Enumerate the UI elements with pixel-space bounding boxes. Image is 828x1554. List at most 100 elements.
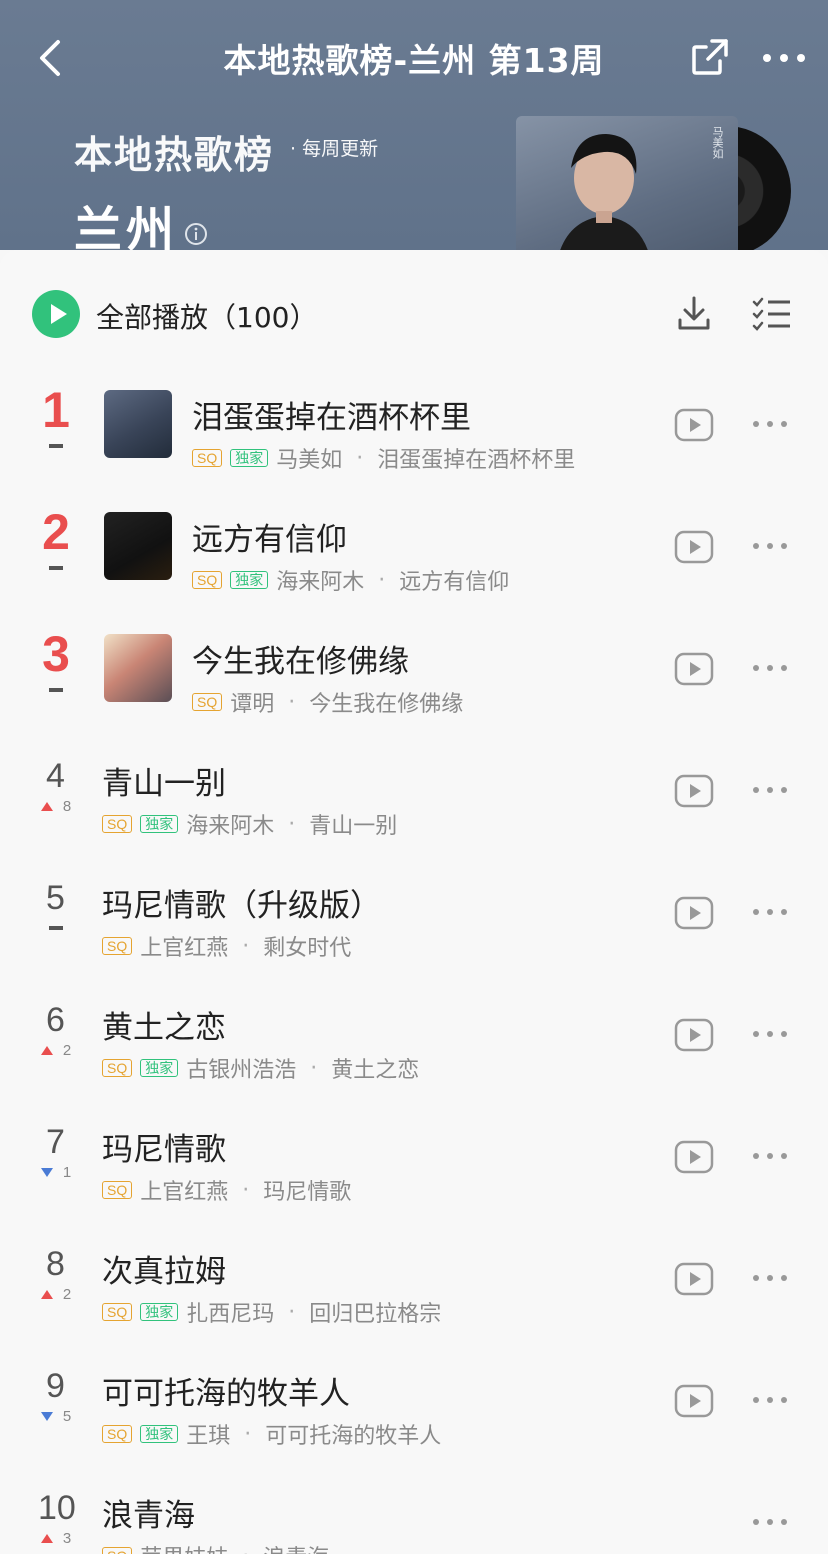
video-play-icon[interactable]	[674, 896, 714, 930]
cover-artist-text: 马美如	[711, 126, 724, 159]
back-icon[interactable]	[32, 36, 72, 80]
song-row-2[interactable]: 2 远方有信仰 SQ 独家 海来阿木 · 远方有信仰	[0, 482, 828, 604]
album-cover[interactable]: 马美如	[516, 116, 791, 250]
rank-up-icon	[40, 1289, 53, 1299]
rank-change-value: 3	[62, 1529, 72, 1547]
nav-bar: 本地热歌榜-兰州 第13周	[0, 0, 828, 112]
artist-name: 扎西尼玛	[186, 1302, 275, 1327]
more-options-icon[interactable]	[752, 786, 788, 794]
song-row-7[interactable]: 7 1 玛尼情歌 SQ 上官红燕 · 玛尼情歌	[0, 1092, 828, 1214]
song-title: 黄土之恋	[102, 1010, 226, 1046]
share-icon[interactable]	[690, 37, 730, 77]
rank-number: 8	[46, 1245, 65, 1283]
more-options-icon[interactable]	[752, 1030, 788, 1038]
video-play-icon[interactable]	[674, 652, 714, 686]
rank-change-value: 1	[62, 1163, 72, 1181]
song-title: 次真拉姆	[102, 1254, 226, 1290]
video-play-icon[interactable]	[674, 1018, 714, 1052]
sq-badge: SQ	[102, 815, 133, 833]
song-thumbnail[interactable]	[104, 634, 172, 702]
more-options-icon[interactable]	[752, 542, 788, 550]
song-meta: SQ 上官红燕 · 玛尼情歌	[102, 1174, 351, 1206]
album-name: 剩女时代	[263, 936, 352, 961]
rank-change	[0, 438, 112, 454]
rank-block: 4 8	[0, 756, 112, 815]
rank-block: 10 3	[0, 1488, 112, 1547]
separator: ·	[242, 1177, 250, 1203]
album-name: 可可托海的牧羊人	[265, 1424, 442, 1449]
rank-change-value: 5	[62, 1407, 72, 1425]
rank-number: 3	[42, 626, 70, 682]
more-options-icon[interactable]	[752, 1396, 788, 1404]
video-play-icon[interactable]	[674, 408, 714, 442]
more-options-icon[interactable]	[752, 1152, 788, 1160]
song-thumbnail[interactable]	[104, 390, 172, 458]
separator: ·	[356, 445, 364, 471]
rank-up-icon	[40, 1045, 53, 1055]
more-icon[interactable]	[762, 53, 806, 63]
artist-name: 海来阿木	[276, 570, 365, 595]
exclusive-badge: 独家	[230, 571, 269, 589]
song-list-card: 全部播放（100） 1 泪蛋蛋掉在酒杯杯里 SQ 独家 马美如 · 泪蛋蛋掉在酒…	[0, 250, 828, 1554]
artist-name: 马美如	[276, 448, 343, 473]
multi-select-icon[interactable]	[752, 296, 792, 332]
rank-change: 2	[0, 1042, 112, 1059]
separator: ·	[244, 1421, 252, 1447]
rank-change	[0, 682, 112, 698]
download-icon[interactable]	[676, 294, 712, 334]
play-all-button[interactable]	[32, 290, 80, 338]
no-change-icon	[49, 926, 63, 930]
song-row-6[interactable]: 6 2 黄土之恋 SQ 独家 古银州浩浩 · 黄土之恋	[0, 970, 828, 1092]
song-title: 远方有信仰	[192, 522, 347, 558]
song-title: 浪青海	[102, 1498, 195, 1534]
more-options-icon[interactable]	[752, 908, 788, 916]
info-icon[interactable]	[184, 222, 208, 246]
album-name: 远方有信仰	[399, 570, 510, 595]
chart-header: 本地热歌榜-兰州 第13周 本地热歌榜 · 每周更新 兰州 马美如	[0, 0, 828, 250]
song-row-5[interactable]: 5 玛尼情歌（升级版） SQ 上官红燕 · 剩女时代	[0, 848, 828, 970]
song-title: 今生我在修佛缘	[192, 644, 409, 680]
rank-change	[0, 920, 112, 936]
exclusive-badge: 独家	[230, 449, 269, 467]
artist-name: 上官红燕	[140, 1180, 229, 1205]
song-title: 泪蛋蛋掉在酒杯杯里	[192, 400, 471, 436]
page-title: 本地热歌榜-兰州 第13周	[223, 41, 605, 80]
song-meta: SQ 独家 海来阿木 · 青山一别	[102, 808, 397, 840]
more-options-icon[interactable]	[752, 664, 788, 672]
sq-badge: SQ	[102, 1059, 133, 1077]
separator: ·	[288, 1299, 296, 1325]
rank-up-icon	[40, 801, 53, 811]
song-meta: SQ 独家 古银州浩浩 · 黄土之恋	[102, 1052, 419, 1084]
singer-portrait	[560, 134, 648, 250]
rank-number: 5	[46, 879, 65, 917]
rank-block: 6 2	[0, 1000, 112, 1059]
rank-down-icon	[40, 1411, 53, 1421]
city-name: 兰州	[74, 202, 179, 250]
video-play-icon[interactable]	[674, 530, 714, 564]
more-options-icon[interactable]	[752, 420, 788, 428]
song-thumbnail[interactable]	[104, 512, 172, 580]
song-row-3[interactable]: 3 今生我在修佛缘 SQ 谭明 · 今生我在修佛缘	[0, 604, 828, 726]
song-row-8[interactable]: 8 2 次真拉姆 SQ 独家 扎西尼玛 · 回归巴拉格宗	[0, 1214, 828, 1336]
song-row-10[interactable]: 10 3 浪青海 SQ 苹果妹妹 · 浪青海	[0, 1458, 828, 1554]
play-all-label[interactable]: 全部播放（100）	[96, 296, 317, 336]
video-play-icon[interactable]	[674, 1262, 714, 1296]
rank-change: 5	[0, 1407, 112, 1425]
video-play-icon[interactable]	[674, 1140, 714, 1174]
rank-number: 10	[38, 1489, 76, 1527]
song-row-1[interactable]: 1 泪蛋蛋掉在酒杯杯里 SQ 独家 马美如 · 泪蛋蛋掉在酒杯杯里	[0, 360, 828, 482]
album-name: 浪青海	[263, 1540, 329, 1554]
artist-name: 王琪	[186, 1424, 231, 1449]
more-options-icon[interactable]	[752, 1518, 788, 1526]
rank-block: 5	[0, 878, 112, 936]
cover-image: 马美如	[516, 116, 738, 250]
song-row-9[interactable]: 9 5 可可托海的牧羊人 SQ 独家 王琪 · 可可托海的牧羊人	[0, 1336, 828, 1458]
song-row-4[interactable]: 4 8 青山一别 SQ 独家 海来阿木 · 青山一别	[0, 726, 828, 848]
song-title: 可可托海的牧羊人	[102, 1376, 350, 1412]
separator: ·	[242, 1544, 249, 1554]
update-frequency: · 每周更新	[290, 138, 379, 160]
video-play-icon[interactable]	[674, 774, 714, 808]
more-options-icon[interactable]	[752, 1274, 788, 1282]
video-play-icon[interactable]	[674, 1384, 714, 1418]
rank-number: 1	[42, 382, 70, 438]
